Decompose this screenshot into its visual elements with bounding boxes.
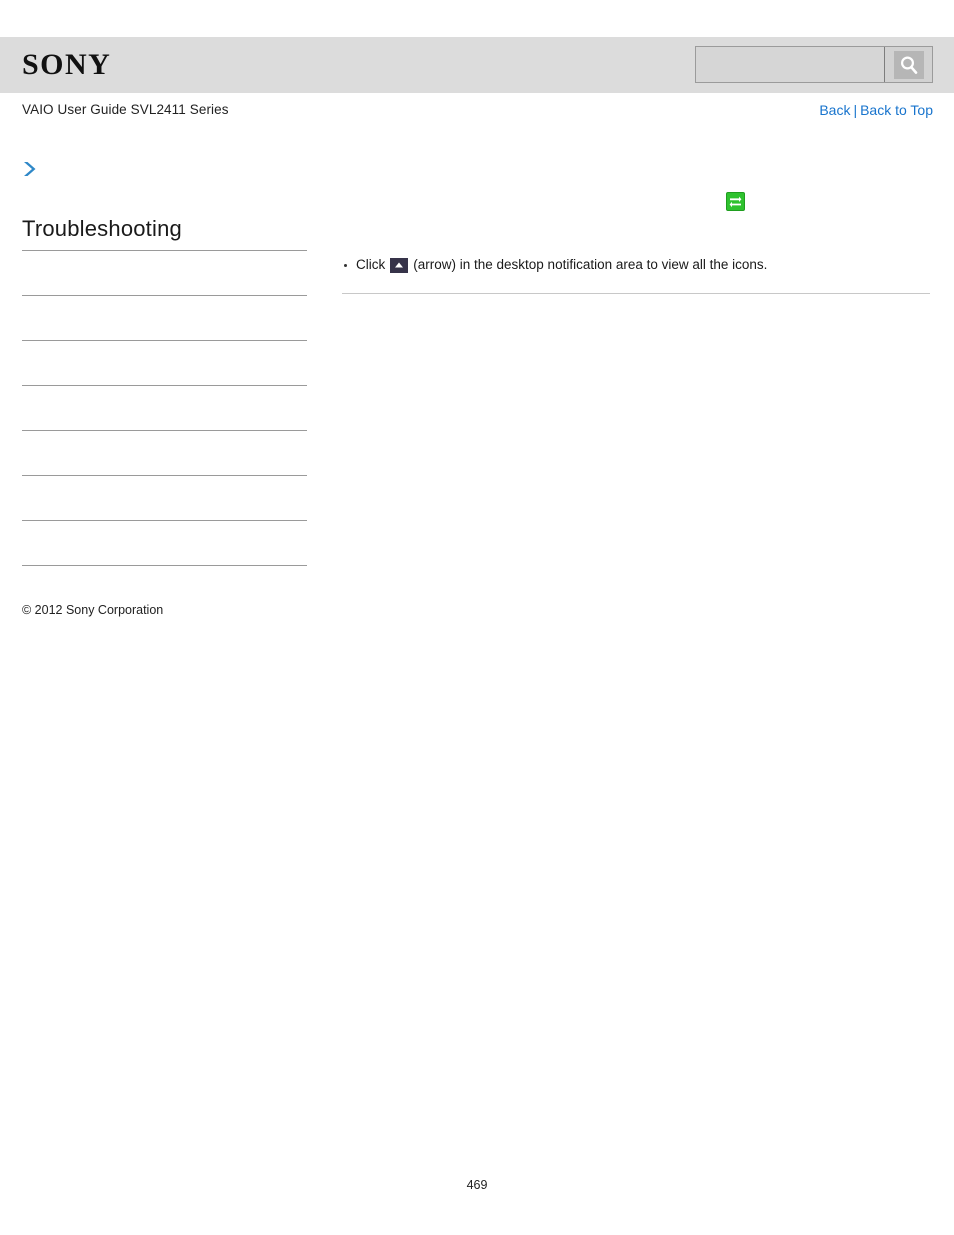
nav-separator: |	[853, 102, 858, 118]
sidebar-item[interactable]	[22, 476, 307, 521]
search-icon	[893, 50, 924, 79]
sidebar-item-list	[22, 251, 307, 566]
sidebar-item[interactable]	[22, 251, 307, 296]
list-item: Click (arrow) in the desktop notificatio…	[342, 255, 932, 275]
sidebar-item[interactable]	[22, 386, 307, 431]
instruction-list: Click (arrow) in the desktop notificatio…	[342, 255, 932, 275]
sidebar-item[interactable]	[22, 296, 307, 341]
nav-links: Back | Back to Top	[819, 102, 933, 118]
header-bar: SONY	[0, 37, 954, 93]
up-arrow-icon[interactable]	[390, 257, 409, 273]
bullet-text-after: (arrow) in the desktop notification area…	[413, 257, 768, 272]
copyright-text: © 2012 Sony Corporation	[22, 603, 164, 617]
document-title: VAIO User Guide SVL2411 Series	[22, 102, 229, 117]
sony-logo: SONY	[22, 48, 112, 81]
search-box[interactable]	[695, 46, 933, 83]
main-content: Click (arrow) in the desktop notificatio…	[342, 160, 932, 294]
sidebar: Troubleshooting	[22, 160, 307, 566]
page-number: 469	[466, 1178, 488, 1192]
back-link[interactable]: Back	[819, 102, 850, 118]
content-divider	[342, 293, 930, 294]
sidebar-item[interactable]	[22, 431, 307, 476]
chevron-right-icon[interactable]	[22, 160, 38, 178]
search-input[interactable]	[696, 47, 884, 82]
status-icon-row	[342, 160, 932, 211]
page-title: Troubleshooting	[22, 216, 307, 251]
green-sync-icon	[726, 192, 745, 211]
sidebar-item[interactable]	[22, 521, 307, 566]
search-button[interactable]	[884, 47, 932, 82]
back-to-top-link[interactable]: Back to Top	[860, 102, 933, 118]
bullet-text-before: Click	[356, 257, 386, 272]
sidebar-item[interactable]	[22, 341, 307, 386]
